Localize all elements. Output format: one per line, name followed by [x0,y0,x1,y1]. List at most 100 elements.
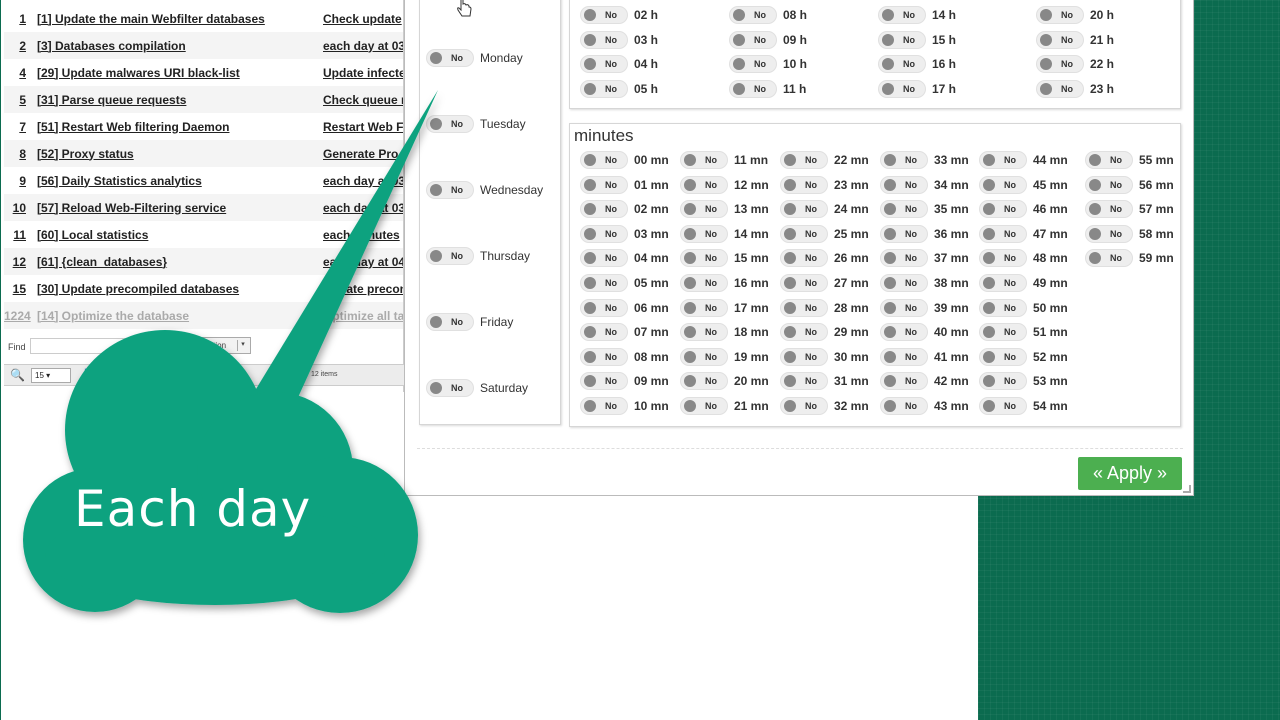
minute-toggle[interactable]: No [780,224,828,243]
table-row[interactable]: 1 [1] Update the main Webfilter databases… [4,5,403,32]
task-name-link[interactable]: [51] Restart Web filtering Daemon [37,120,229,134]
table-row[interactable]: 10 [57] Reload Web-Filtering service each … [4,194,403,221]
table-row[interactable]: 1224 [14] Optimize the database Optimize a… [4,302,403,329]
hour-toggle[interactable]: No [1036,6,1084,24]
find-input[interactable] [30,338,180,354]
minute-toggle[interactable]: No [1085,249,1133,268]
minute-toggle[interactable]: No [880,151,928,169]
minute-toggle[interactable]: No [680,372,728,391]
day-toggle[interactable]: No [426,247,474,265]
minute-toggle[interactable]: No [580,200,628,219]
minute-toggle[interactable]: No [580,274,628,292]
day-toggle[interactable]: No [426,379,474,397]
minute-toggle[interactable]: No [680,274,728,292]
minute-toggle[interactable]: No [680,298,728,317]
minute-toggle[interactable]: No [979,200,1027,219]
task-description-link[interactable]: Update precon [323,282,403,296]
minute-toggle[interactable]: No [979,298,1027,317]
minute-toggle[interactable]: No [880,397,928,415]
row-number[interactable]: 7 [4,120,28,134]
task-description-link[interactable]: each day at 04 [323,255,403,269]
row-number[interactable]: 11 [4,228,28,242]
minute-toggle[interactable]: No [580,175,628,194]
task-name-link[interactable]: [60] Local statistics [37,228,148,242]
resize-grip-icon[interactable] [1183,485,1191,493]
minute-toggle[interactable]: No [680,397,728,415]
task-description-link[interactable]: Update infecte [323,66,403,80]
day-toggle[interactable]: No [426,115,474,133]
apply-button[interactable]: « Apply » [1078,457,1182,490]
task-description-link[interactable]: Optimize all ta [323,309,403,323]
table-row[interactable]: 2 [3] Databases compilation each day at 03 [4,32,403,59]
minute-toggle[interactable]: No [680,151,728,169]
hour-toggle[interactable]: No [580,6,628,24]
hour-toggle[interactable]: No [729,30,777,49]
task-name-link[interactable]: [56] Daily Statistics analytics [37,174,202,188]
row-number[interactable]: 1 [4,12,28,26]
task-description-link[interactable]: Check update [323,12,402,26]
minute-toggle[interactable]: No [780,298,828,317]
day-toggle[interactable]: No [426,181,474,199]
hour-toggle[interactable]: No [729,55,777,73]
minute-toggle[interactable]: No [780,200,828,219]
minute-toggle[interactable]: No [780,175,828,194]
minute-toggle[interactable]: No [880,224,928,243]
row-number[interactable]: 12 [4,255,28,269]
hour-toggle[interactable]: No [878,55,926,73]
task-name-link[interactable]: [30] Update precompiled databases [37,282,239,296]
minute-toggle[interactable]: No [880,372,928,391]
minute-toggle[interactable]: No [880,175,928,194]
minute-toggle[interactable]: No [780,347,828,366]
task-description-link[interactable]: each day at 03 [323,201,403,215]
task-name-link[interactable]: [31] Parse queue requests [37,93,186,107]
task-description-link[interactable]: Restart Web Fi [323,120,403,134]
minute-toggle[interactable]: No [580,298,628,317]
minute-toggle[interactable]: No [979,274,1027,292]
minute-toggle[interactable]: No [580,347,628,366]
day-toggle[interactable]: No [426,49,474,67]
hour-toggle[interactable]: No [580,30,628,49]
table-row[interactable]: 15 [30] Update precompiled databases Updat… [4,275,403,302]
minute-toggle[interactable]: No [1085,224,1133,243]
minute-toggle[interactable]: No [979,175,1027,194]
hour-toggle[interactable]: No [1036,55,1084,73]
row-number[interactable]: 10 [4,201,28,215]
minute-toggle[interactable]: No [880,200,928,219]
find-field-select[interactable]: Description ▾ [181,337,251,354]
task-description-link[interactable]: Generate Pro [323,147,398,161]
task-name-link[interactable]: [14] Optimize the database [37,309,189,323]
hour-toggle[interactable]: No [1036,79,1084,98]
minute-toggle[interactable]: No [680,323,728,342]
task-description-link[interactable]: each day at 03 [323,174,403,188]
table-row[interactable]: 7 [51] Restart Web filtering Daemon Restar… [4,113,403,140]
table-row[interactable]: 8 [52] Proxy status Generate Pro [4,140,403,167]
row-number[interactable]: 1224 [4,309,31,323]
minute-toggle[interactable]: No [580,151,628,169]
minute-toggle[interactable]: No [580,249,628,268]
table-row[interactable]: 5 [31] Parse queue requests Check queue r [4,86,403,113]
table-row[interactable]: 4 [29] Update malwares URI black-list Upda… [4,59,403,86]
minute-toggle[interactable]: No [680,175,728,194]
task-description-link[interactable]: each minutes [323,228,400,242]
minute-toggle[interactable]: No [880,249,928,268]
hour-toggle[interactable]: No [580,55,628,73]
task-name-link[interactable]: [29] Update malwares URI black-list [37,66,240,80]
hour-toggle[interactable]: No [580,79,628,98]
first-page-icon[interactable]: |◀ [84,368,94,379]
row-number[interactable]: 4 [4,66,28,80]
row-number[interactable]: 9 [4,174,28,188]
table-row[interactable]: 12 [61] {clean_databases} each day at 04 [4,248,403,275]
minute-toggle[interactable]: No [680,347,728,366]
task-description-link[interactable]: each day at 03 [323,39,403,53]
minute-toggle[interactable]: No [979,224,1027,243]
hour-toggle[interactable]: No [729,6,777,24]
hour-toggle[interactable]: No [878,30,926,49]
minute-toggle[interactable]: No [780,151,828,169]
prev-page-icon[interactable]: ◀ [97,368,105,379]
hour-toggle[interactable]: No [1036,30,1084,49]
task-name-link[interactable]: [52] Proxy status [37,147,134,161]
task-description-link[interactable]: Check queue r [323,93,403,107]
minute-toggle[interactable]: No [780,397,828,415]
hour-toggle[interactable]: No [878,6,926,24]
minute-toggle[interactable]: No [1085,151,1133,169]
